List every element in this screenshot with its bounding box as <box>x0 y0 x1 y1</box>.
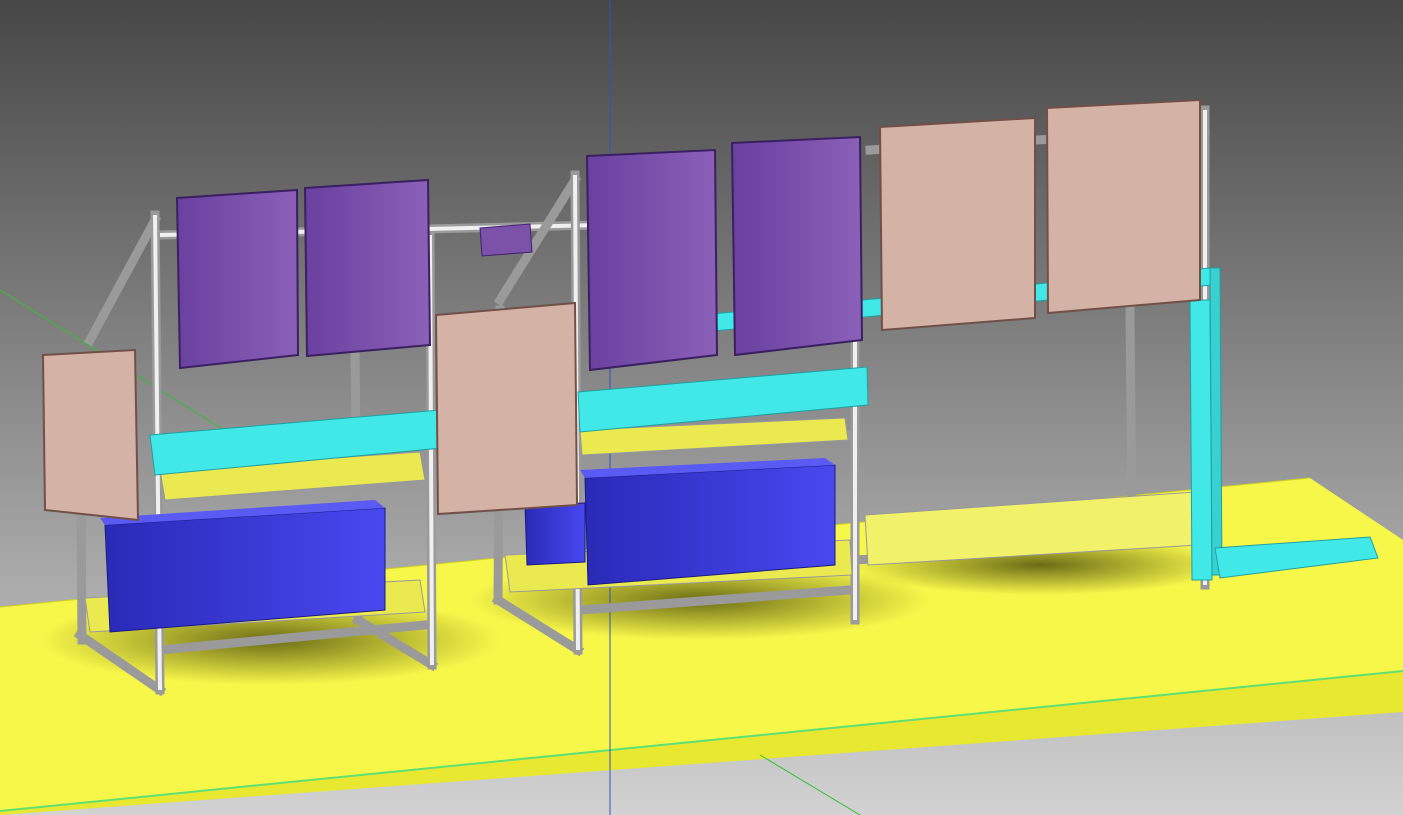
electrical-enclosure <box>1045 98 1201 315</box>
cable-tray <box>1189 299 1213 581</box>
electrical-enclosure <box>41 348 140 522</box>
electrical-enclosure <box>434 301 579 516</box>
cad-3d-viewport[interactable] <box>0 0 1403 815</box>
inverter <box>303 178 432 358</box>
electrical-enclosure <box>878 116 1036 332</box>
inverter <box>730 135 864 357</box>
battery-bank-left <box>100 500 386 633</box>
inverter <box>585 148 719 372</box>
junction-box <box>479 223 533 257</box>
cable-tray <box>1209 267 1223 576</box>
inverter <box>175 188 300 370</box>
